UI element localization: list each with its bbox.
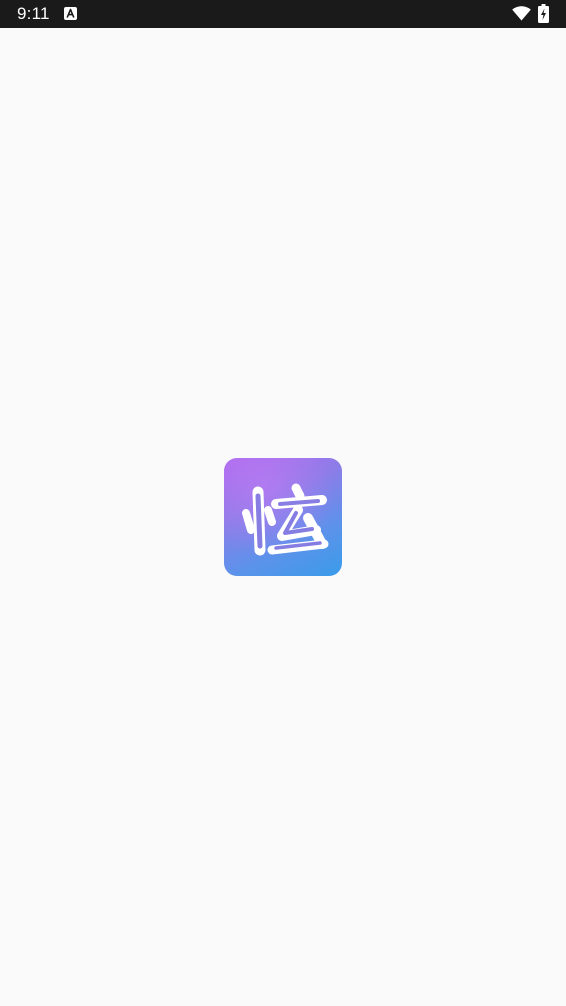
status-time: 9:11 [17, 4, 50, 23]
font-a-icon [64, 7, 77, 20]
splash-screen: 9:11 [0, 0, 566, 1006]
battery-charging-icon [538, 4, 549, 23]
wifi-icon [512, 6, 531, 21]
app-logo-icon [224, 458, 342, 576]
status-bar: 9:11 [0, 0, 566, 28]
